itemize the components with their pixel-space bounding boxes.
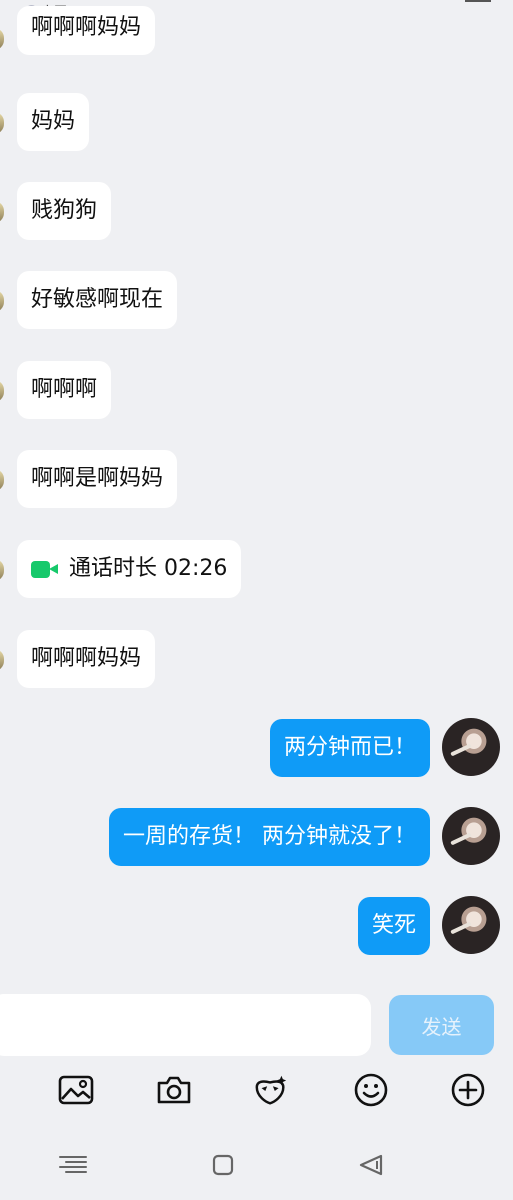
message-row: 笑死: [357, 894, 500, 955]
message-bubble[interactable]: 笑死: [357, 897, 430, 955]
message-bubble[interactable]: 啊啊是啊妈妈: [17, 450, 178, 508]
system-nav-bar: [0, 1120, 513, 1200]
message-bubble[interactable]: 一周的存货！ 两分钟就没了！: [109, 808, 430, 866]
message-row: 啊啊啊妈妈: [0, 630, 156, 688]
avatar[interactable]: [0, 28, 4, 50]
message-row: 贱狗狗: [0, 182, 112, 240]
sticker-icon[interactable]: [253, 1073, 289, 1107]
message-row: 啊啊啊妈妈: [0, 6, 156, 55]
avatar[interactable]: [442, 806, 500, 865]
menu-icon[interactable]: [58, 1150, 88, 1180]
avatar[interactable]: [0, 290, 4, 312]
message-bubble[interactable]: 啊啊啊妈妈: [17, 630, 156, 688]
image-icon[interactable]: [58, 1073, 94, 1107]
message-row: 妈妈: [0, 93, 90, 151]
call-duration-text: 通话时长 02:26: [69, 556, 228, 581]
message-input[interactable]: [0, 994, 371, 1056]
avatar[interactable]: [442, 895, 500, 954]
avatar[interactable]: [0, 469, 4, 491]
back-icon[interactable]: [356, 1150, 386, 1180]
message-bubble[interactable]: 妈妈: [17, 93, 90, 151]
call-record-bubble[interactable]: 通话时长 02:26: [17, 540, 242, 598]
message-bubble[interactable]: 两分钟而已！: [269, 719, 430, 777]
home-icon[interactable]: [208, 1150, 238, 1180]
send-button[interactable]: 发送: [389, 995, 494, 1055]
plus-icon[interactable]: [450, 1073, 486, 1107]
message-bubble[interactable]: 贱狗狗: [17, 182, 112, 240]
avatar[interactable]: [0, 201, 4, 223]
message-row: 好敏感啊现在: [0, 271, 178, 329]
avatar[interactable]: [0, 559, 4, 581]
message-row: 一周的存货！ 两分钟就没了！: [109, 805, 500, 866]
message-bubble[interactable]: 啊啊啊: [17, 361, 112, 419]
message-row: 啊啊是啊妈妈: [0, 450, 178, 508]
message-bubble[interactable]: 好敏感啊现在: [17, 271, 178, 329]
message-row: 啊啊啊: [0, 361, 112, 419]
avatar[interactable]: [0, 112, 4, 134]
avatar[interactable]: [0, 649, 4, 671]
message-bubble[interactable]: 啊啊啊妈妈: [17, 6, 156, 55]
message-row: 通话时长 02:26: [0, 540, 242, 598]
message-row: 两分钟而已！: [269, 716, 500, 777]
emoji-icon[interactable]: [353, 1073, 389, 1107]
composer-toolbar: [0, 1060, 513, 1120]
camera-icon[interactable]: [156, 1073, 192, 1107]
composer-bar: 发送: [0, 988, 513, 1060]
avatar[interactable]: [0, 380, 4, 402]
menu-edge[interactable]: [465, 0, 491, 2]
avatar[interactable]: [442, 717, 500, 776]
video-call-icon: [31, 559, 59, 579]
